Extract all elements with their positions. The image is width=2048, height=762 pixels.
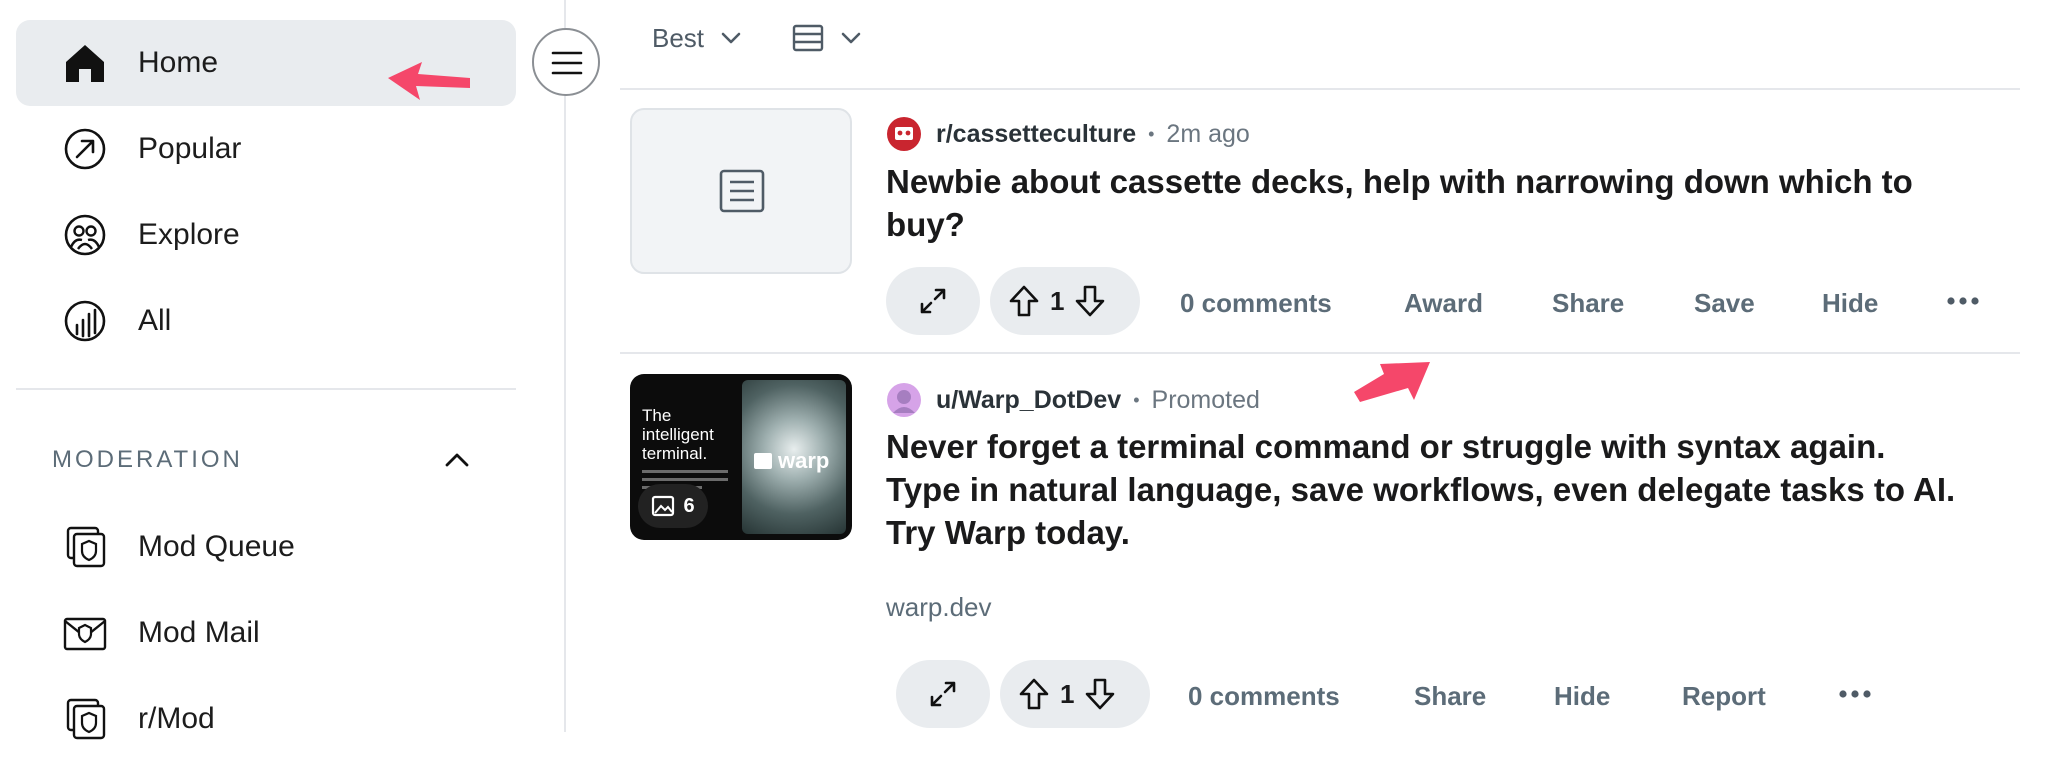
annotation-arrow-icon (1354, 362, 1430, 402)
home-icon (66, 45, 104, 82)
sidebar-item-label: r/Mod (138, 702, 215, 735)
meta-separator: • (1133, 389, 1140, 410)
hide-button[interactable]: Hide (1554, 681, 1610, 712)
share-button[interactable]: Share (1552, 288, 1624, 319)
sort-dropdown[interactable]: Best (652, 16, 742, 60)
post-thumbnail[interactable] (630, 108, 852, 274)
sidebar-item-label: Explore (138, 218, 240, 251)
post-meta: u/Warp_DotDev • Promoted (886, 382, 1260, 418)
post-divider (620, 352, 2020, 354)
vote-control: 1 (990, 267, 1140, 335)
gallery-count: 6 (683, 494, 695, 517)
collapse-sidebar-button[interactable] (532, 28, 600, 96)
feed-sort-bar: Best (620, 0, 2020, 90)
hide-button[interactable]: Hide (1822, 288, 1878, 319)
ad-brand: warp (754, 448, 829, 474)
user-avatar[interactable] (886, 382, 922, 418)
popular-icon (64, 128, 106, 170)
more-options-icon[interactable] (1838, 687, 1872, 701)
user-link[interactable]: u/Warp_DotDev (936, 386, 1121, 415)
chevron-down-icon (841, 32, 861, 44)
card-view-icon (792, 24, 824, 52)
expand-icon (920, 288, 946, 314)
sidebar-item-label: Home (138, 46, 219, 79)
ad-brand-name: warp (778, 448, 830, 473)
post-title-line: buy? (886, 206, 965, 243)
sidebar-item-popular[interactable]: Popular (16, 106, 516, 192)
sidebar-item-mod-queue[interactable]: Mod Queue (16, 504, 516, 590)
community-link[interactable]: r/cassetteculture (936, 120, 1136, 149)
report-button[interactable]: Report (1682, 681, 1766, 712)
vote-count: 1 (1060, 678, 1075, 709)
expand-button[interactable] (886, 267, 980, 335)
comments-button[interactable]: 0 comments (1188, 681, 1340, 712)
explore-icon (64, 214, 106, 256)
sidebar-item-label: Popular (138, 132, 242, 165)
more-options-icon[interactable] (1946, 294, 1980, 308)
post-title-line: Never forget a terminal command or strug… (886, 428, 1886, 465)
post-title[interactable]: Newbie about cassette decks, help with n… (886, 160, 1996, 246)
sidebar-divider (16, 388, 516, 390)
post-title-line: Type in natural language, save workflows… (886, 471, 1956, 508)
sort-label: Best (652, 22, 705, 53)
comments-button[interactable]: 0 comments (1180, 288, 1332, 319)
sidebar-item-label: Mod Mail (138, 616, 260, 649)
expand-icon (930, 681, 956, 707)
sidebar-item-r-mod[interactable]: r/Mod (16, 676, 516, 762)
vote-count: 1 (1050, 285, 1065, 316)
post-time: 2m ago (1166, 119, 1250, 148)
chevron-up-icon[interactable] (444, 450, 470, 468)
all-icon (64, 300, 106, 342)
mod-queue-icon (66, 526, 106, 568)
ad-headline: The intelligent terminal. (642, 406, 714, 463)
warp-logo-icon (754, 453, 772, 469)
gallery-count-badge: 6 (638, 484, 708, 528)
downvote-icon[interactable] (1084, 677, 1116, 711)
sidebar-item-explore[interactable]: Explore (16, 192, 516, 278)
moderation-section-title: MODERATION (52, 446, 243, 473)
text-post-icon (719, 169, 765, 213)
meta-separator: • (1148, 123, 1155, 144)
ad-gallery-thumbnail[interactable]: The intelligent terminal. warp 6 (630, 374, 852, 540)
left-sidebar: Home Popular Explore All MODERATION Mod … (0, 0, 566, 740)
ad-headline-line: intelligent (642, 425, 714, 444)
community-avatar[interactable] (886, 116, 922, 152)
sidebar-item-mod-mail[interactable]: Mod Mail (16, 590, 516, 676)
ad-domain-link[interactable]: warp.dev (886, 592, 992, 623)
annotation-arrow-icon (388, 62, 470, 100)
gallery-icon (652, 495, 675, 517)
view-dropdown[interactable] (792, 16, 862, 60)
promoted-label: Promoted (1151, 385, 1260, 414)
post-meta: r/cassetteculture • 2m ago (886, 116, 1250, 152)
vote-control: 1 (1000, 660, 1150, 728)
downvote-icon[interactable] (1074, 284, 1106, 318)
sidebar-item-all[interactable]: All (16, 278, 516, 364)
post-title-line: Newbie about cassette decks, help with n… (886, 163, 1913, 200)
menu-icon (551, 51, 583, 75)
ad-headline-line: terminal. (642, 444, 708, 463)
ad-headline-line: The (642, 406, 672, 425)
expand-button[interactable] (896, 660, 990, 728)
share-button[interactable]: Share (1414, 681, 1486, 712)
upvote-icon[interactable] (1008, 284, 1040, 318)
mod-mail-icon (63, 617, 107, 651)
award-button[interactable]: Award (1404, 288, 1483, 319)
post-title-line: Try Warp today. (886, 514, 1130, 551)
post-title[interactable]: Never forget a terminal command or strug… (886, 425, 2016, 554)
r-mod-icon (66, 698, 106, 740)
chevron-down-icon (721, 32, 741, 44)
sidebar-item-label: Mod Queue (138, 530, 295, 563)
save-button[interactable]: Save (1694, 288, 1755, 319)
sidebar-item-label: All (138, 304, 172, 337)
upvote-icon[interactable] (1018, 677, 1050, 711)
